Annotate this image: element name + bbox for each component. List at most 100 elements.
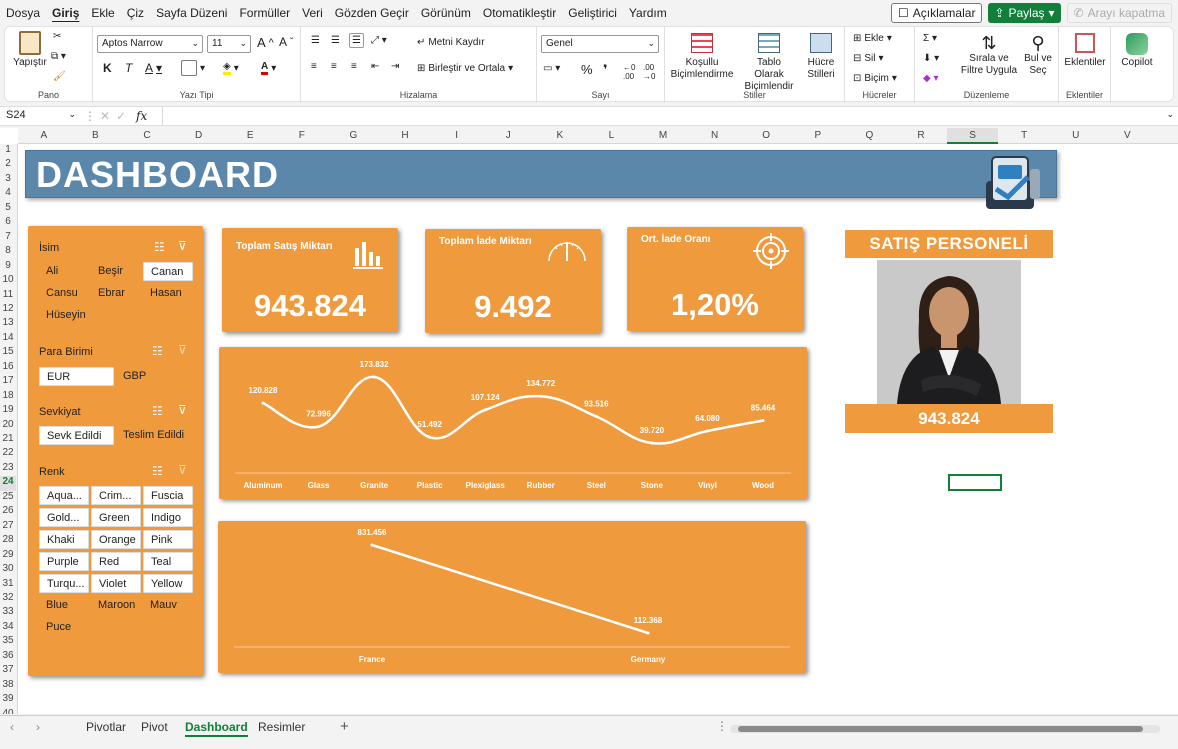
add-sheet-icon[interactable]: + (340, 718, 349, 735)
row-header[interactable]: 13 (0, 317, 16, 331)
decrease-decimal-button[interactable]: .00 →0 (643, 63, 655, 81)
prev-sheet-icon[interactable]: ‹ (10, 720, 14, 734)
menu-item-giris[interactable]: Giriş (46, 6, 85, 20)
cut-button[interactable]: ✂ (53, 31, 61, 42)
fill-color-button[interactable]: ◈ ▾ (223, 61, 239, 75)
expand-formula-icon[interactable]: ⌄ (1166, 109, 1174, 120)
menu-item-gorunum[interactable]: Görünüm (415, 6, 477, 20)
row-header[interactable]: 23 (0, 462, 16, 476)
font-name-combo[interactable]: Aptos Narrow ⌄ (97, 35, 203, 53)
slicer-item-selected[interactable]: Yellow (143, 574, 193, 593)
column-header[interactable]: F (276, 130, 328, 141)
align-bottom-button[interactable]: ☰ (349, 33, 364, 48)
autosum-button[interactable]: Σ ▾ (923, 33, 937, 44)
data-point[interactable] (705, 429, 709, 433)
menu-item-dosya[interactable]: Dosya (0, 6, 46, 20)
data-point[interactable] (539, 394, 543, 398)
sort-filter-button[interactable]: ⇅ Sırala ve Filtre Uygula (959, 33, 1019, 77)
clear-button[interactable]: ◆ ▾ (923, 73, 939, 84)
row-header[interactable]: 8 (0, 245, 16, 259)
column-header[interactable]: N (689, 130, 741, 141)
multi-select-icon[interactable]: ☷ (152, 464, 163, 478)
sheet-tab-dashboard[interactable]: Dashboard (185, 720, 248, 737)
menu-item-ciz[interactable]: Çiz (121, 6, 150, 20)
clear-filter-icon[interactable]: ⊽ (178, 343, 187, 357)
shrink-font-button[interactable]: Aˇ (279, 35, 293, 49)
slicer-item-selected[interactable]: Canan (143, 262, 193, 281)
slicer-item[interactable]: Hasan (143, 284, 189, 303)
slicer-item[interactable]: Ebrar (91, 284, 132, 303)
insert-function-button[interactable]: fx (136, 109, 147, 123)
slicer-item[interactable]: Teslim Edildi (116, 426, 191, 445)
horizontal-scrollbar[interactable] (730, 725, 1160, 733)
data-point[interactable] (261, 401, 265, 405)
sheet-tab-resimler[interactable]: Resimler (258, 720, 305, 734)
column-header[interactable]: H (379, 130, 431, 141)
row-header[interactable]: 27 (0, 520, 16, 534)
fill-button[interactable]: ⬇ ▾ (923, 53, 939, 64)
copy-button[interactable]: ⧉ ▾ (51, 51, 66, 62)
data-point[interactable] (372, 375, 376, 379)
slicer-item-selected[interactable]: Crim... (91, 486, 141, 505)
row-header[interactable]: 10 (0, 274, 16, 288)
align-left-button[interactable]: ≡ (311, 61, 317, 72)
decrease-indent-button[interactable]: ⇤ (371, 61, 379, 72)
slicer-item-selected[interactable]: Orange (91, 530, 141, 549)
slicer-item[interactable]: Ali (39, 262, 65, 281)
align-top-button[interactable]: ☰ (311, 35, 320, 46)
row-header[interactable]: 2 (0, 158, 16, 172)
row-header[interactable]: 9 (0, 260, 16, 274)
menu-item-ekle[interactable]: Ekle (85, 6, 120, 20)
italic-button[interactable]: T (125, 61, 132, 75)
column-header[interactable]: B (70, 130, 122, 141)
formula-input[interactable] (162, 107, 1158, 125)
row-header[interactable]: 21 (0, 433, 16, 447)
column-header[interactable]: V (1102, 130, 1154, 141)
menu-item-yardim[interactable]: Yardım (623, 6, 673, 20)
slicer-item-selected[interactable]: EUR (39, 367, 114, 386)
selected-cell-s24[interactable] (948, 474, 1002, 491)
column-header[interactable]: T (998, 130, 1050, 141)
row-header[interactable]: 35 (0, 635, 16, 649)
column-header[interactable]: Q (844, 130, 896, 141)
data-point[interactable] (650, 441, 654, 445)
multi-select-icon[interactable]: ☷ (152, 344, 163, 358)
comments-button[interactable]: ☐ Açıklamalar (890, 3, 983, 23)
column-header[interactable]: R (895, 130, 947, 141)
column-header[interactable]: D (173, 130, 225, 141)
slicer-item-selected[interactable]: Pink (143, 530, 193, 549)
data-point[interactable] (483, 408, 487, 412)
slicer-item[interactable]: GBP (116, 367, 153, 386)
row-header[interactable]: 16 (0, 361, 16, 375)
row-header[interactable]: 20 (0, 419, 16, 433)
data-point[interactable] (428, 435, 432, 439)
more-icon[interactable]: ⋮ (716, 719, 728, 733)
slicer-item[interactable]: Mauv (143, 596, 184, 615)
row-header[interactable]: 36 (0, 650, 16, 664)
column-header[interactable]: S (946, 128, 999, 144)
delete-cells-button[interactable]: ⊟ Sil ▾ (853, 53, 884, 64)
column-header[interactable]: E (224, 130, 276, 141)
row-header[interactable]: 4 (0, 187, 16, 201)
currency-button[interactable]: ▭ ▾ (543, 63, 560, 74)
clear-filter-icon[interactable]: ⊽ (178, 239, 187, 253)
font-size-combo[interactable]: 11 ⌄ (207, 35, 251, 53)
column-header[interactable]: K (534, 130, 586, 141)
row-header[interactable]: 22 (0, 447, 16, 461)
row-header[interactable]: 19 (0, 404, 16, 418)
font-color-button[interactable]: A ▾ (261, 61, 276, 75)
series-line[interactable] (262, 375, 764, 445)
cell-styles-button[interactable]: Hücre Stilleri (801, 33, 841, 81)
scrollbar-thumb[interactable] (738, 726, 1143, 732)
column-header[interactable]: O (740, 130, 792, 141)
slicer-item-selected[interactable]: Red (91, 552, 141, 571)
format-cells-button[interactable]: ⊡ Biçim ▾ (853, 73, 897, 84)
borders-button[interactable]: ▾ (181, 60, 205, 76)
menu-item-gelistirici[interactable]: Geliştirici (562, 6, 623, 20)
row-header[interactable]: 31 (0, 578, 16, 592)
column-header[interactable]: U (1050, 130, 1102, 141)
row-header[interactable]: 3 (0, 173, 16, 187)
sheet-tab-pivotlar[interactable]: Pivotlar (86, 720, 126, 734)
row-header[interactable]: 12 (0, 303, 16, 317)
cancel-icon[interactable]: ✕ (100, 109, 110, 123)
